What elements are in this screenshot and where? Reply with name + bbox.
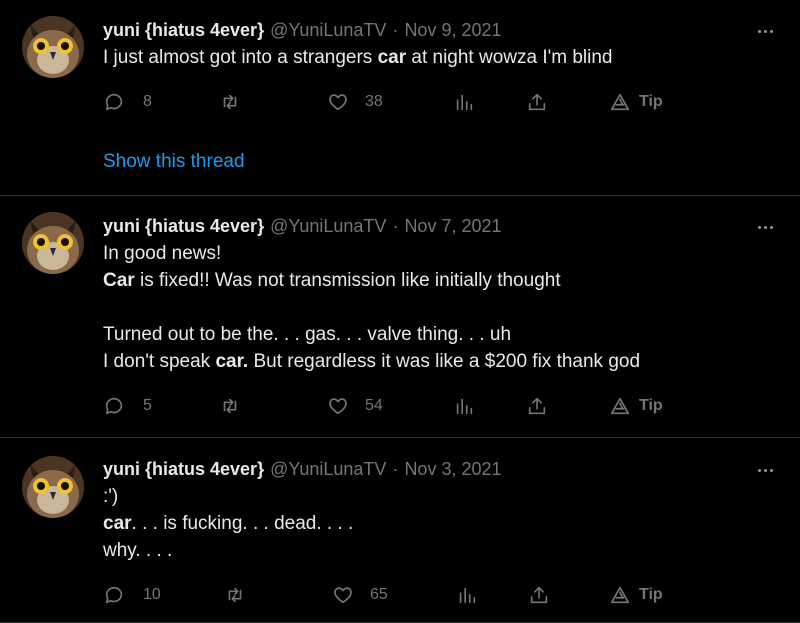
tweet-actions: 5 54 Tip [103,392,784,420]
tweet-date[interactable]: Nov 9, 2021 [404,20,501,41]
tweet[interactable]: yuni {hiatus 4ever} @YuniLunaTV · Nov 7,… [0,196,800,438]
tweet-actions: 10 65 Tip [103,581,784,609]
tweet[interactable]: yuni {hiatus 4ever} @YuniLunaTV · Nov 9,… [0,0,800,196]
separator: · [392,458,399,479]
tweet-line: In good news! [103,243,222,264]
show-thread-link[interactable]: Show this thread [103,151,245,173]
tweet-line [103,294,784,321]
tweet-date[interactable]: Nov 3, 2021 [404,459,501,480]
more-icon[interactable] [752,22,778,40]
avatar[interactable] [22,212,84,274]
tweet-header: yuni {hiatus 4ever} @YuniLunaTV · Nov 7,… [103,214,784,238]
tip-label: Tip [639,586,663,603]
tweet-date[interactable]: Nov 7, 2021 [404,216,501,237]
tip-icon [610,397,630,415]
tweet-header: yuni {hiatus 4ever} @YuniLunaTV · Nov 3,… [103,457,784,481]
share-button[interactable] [528,581,550,609]
user-handle[interactable]: @YuniLunaTV [270,20,386,41]
like-button[interactable]: 65 [332,581,388,609]
display-name[interactable]: yuni {hiatus 4ever} [103,459,264,480]
like-count: 54 [365,397,383,414]
analytics-icon [456,94,473,111]
tweet-text: :') car. . . is fucking. . . dead. . . .… [103,483,784,564]
avatar[interactable] [22,16,84,78]
reply-count: 10 [143,586,161,603]
reply-button[interactable]: 5 [103,392,152,420]
retweet-icon [223,398,237,414]
reply-count: 8 [143,93,152,110]
like-button[interactable]: 38 [327,88,383,116]
tweet-header: yuni {hiatus 4ever} @YuniLunaTV · Nov 9,… [103,18,784,42]
reply-button[interactable]: 10 [103,581,161,609]
tweet-line: I just almost got into a strangers car a… [103,47,613,68]
tip-icon [610,93,630,111]
retweet-button[interactable] [219,392,257,420]
tweet-line: Car is fixed!! Was not transmission like… [103,270,561,291]
owl-avatar-image [22,16,84,78]
more-icon[interactable] [752,218,778,236]
analytics-icon [459,587,476,604]
analytics-icon [456,398,473,415]
share-icon [528,397,546,415]
heart-icon [334,587,352,604]
tip-icon [610,586,630,604]
tip-button[interactable]: Tip [609,392,663,420]
share-icon [530,586,548,604]
display-name[interactable]: yuni {hiatus 4ever} [103,216,264,237]
retweet-icon [228,587,242,603]
tip-button[interactable]: Tip [609,88,663,116]
heart-icon [329,94,347,111]
share-icon [528,93,546,111]
retweet-icon [223,94,237,110]
retweet-button[interactable] [219,88,257,116]
tip-button[interactable]: Tip [609,581,663,609]
heart-icon [329,398,347,415]
tweet-line: Turned out to be the. . . gas. . . valve… [103,324,512,345]
tip-label: Tip [639,397,663,414]
tweet[interactable]: yuni {hiatus 4ever} @YuniLunaTV · Nov 3,… [0,438,800,623]
tweet-text: In good news! Car is fixed!! Was not tra… [103,240,784,375]
user-handle[interactable]: @YuniLunaTV [270,216,386,237]
reply-count: 5 [143,397,152,414]
analytics-button[interactable] [453,392,475,420]
analytics-button[interactable] [456,581,478,609]
reply-icon [105,93,123,111]
owl-avatar-image [22,212,84,274]
share-button[interactable] [526,88,548,116]
tweet-line: car. . . is fucking. . . dead. . . . [103,513,354,534]
tweet-text: I just almost got into a strangers car a… [103,44,784,71]
separator: · [392,215,399,236]
analytics-button[interactable] [453,88,475,116]
reply-icon [105,397,123,415]
like-count: 38 [365,93,383,110]
like-count: 65 [370,586,388,603]
reply-button[interactable]: 8 [103,88,152,116]
tweet-actions: 8 38 Tip [103,88,784,116]
share-button[interactable] [526,392,548,420]
tweet-line: :') [103,486,119,507]
owl-avatar-image [22,456,84,518]
tip-label: Tip [639,93,663,110]
separator: · [392,19,399,40]
tweet-line: I don't speak car. But regardless it was… [103,351,641,372]
like-button[interactable]: 54 [327,392,383,420]
tweet-line: why. . . . [103,540,173,561]
avatar[interactable] [22,456,84,518]
user-handle[interactable]: @YuniLunaTV [270,459,386,480]
more-icon[interactable] [752,461,778,479]
display-name[interactable]: yuni {hiatus 4ever} [103,20,264,41]
reply-icon [105,586,123,604]
retweet-button[interactable] [224,581,262,609]
